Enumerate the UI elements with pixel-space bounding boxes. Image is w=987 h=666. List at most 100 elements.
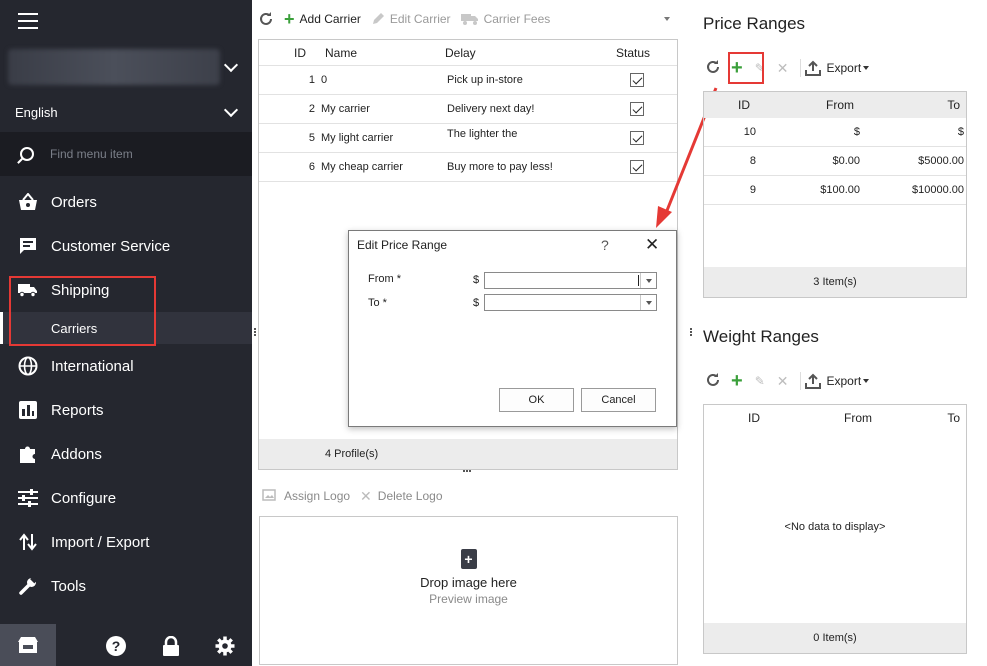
table-row[interactable]: 6 My cheap carrier Buy more to pay less!: [259, 153, 677, 182]
refresh-icon: [707, 372, 719, 386]
column-from[interactable]: From: [750, 98, 854, 112]
cancel-button[interactable]: Cancel: [581, 388, 656, 412]
ok-button[interactable]: OK: [499, 388, 574, 412]
column-delay[interactable]: Delay: [441, 46, 593, 60]
menu-icon[interactable]: [18, 13, 38, 29]
sidebar-item-orders[interactable]: Orders: [0, 180, 252, 224]
export-label: Export: [826, 374, 862, 388]
add-carrier-button[interactable]: + Add Carrier: [284, 9, 361, 29]
text-cursor: [638, 275, 639, 286]
vertical-splitter[interactable]: [254, 328, 256, 336]
grid-header: ID Name Delay Status: [259, 40, 677, 66]
refresh-button[interactable]: [705, 372, 721, 391]
sidebar-item-tools[interactable]: Tools: [0, 564, 252, 608]
price-ranges-title: Price Ranges: [703, 14, 806, 33]
table-row[interactable]: 5 My light carrier The lighter the: [259, 124, 677, 153]
table-row[interactable]: 2 My carrier Delivery next day!: [259, 95, 677, 124]
wrench-icon: [18, 576, 38, 596]
sidebar-item-addons[interactable]: Addons: [0, 432, 252, 476]
refresh-button[interactable]: [705, 59, 721, 78]
carrier-toolbar: + Add Carrier Edit Carrier Carrier Fees: [258, 4, 678, 34]
cell-id: 6: [308, 161, 315, 173]
svg-text:?: ?: [112, 638, 121, 654]
cell-name: My cheap carrier: [321, 161, 403, 173]
table-row[interactable]: 9 $100.00 $10000.00: [704, 176, 966, 205]
store-selector[interactable]: [0, 42, 252, 92]
language-selector[interactable]: English: [0, 92, 252, 132]
to-input[interactable]: [484, 294, 657, 311]
status-checkbox[interactable]: [630, 102, 644, 116]
weight-ranges-title: Weight Ranges: [703, 327, 819, 346]
column-id[interactable]: ID: [704, 411, 760, 425]
sidebar-item-configure[interactable]: Configure: [0, 476, 252, 520]
from-input[interactable]: [484, 272, 657, 289]
refresh-button[interactable]: [258, 11, 274, 27]
chevron-down-icon: [223, 57, 239, 73]
delete-logo-button[interactable]: ✕ Delete Logo: [360, 488, 442, 505]
drop-label: Drop image here: [420, 575, 517, 590]
column-name[interactable]: Name: [315, 46, 441, 60]
column-to[interactable]: To: [854, 98, 960, 112]
sidebar-nav: Orders Customer Service Shipping Carrier…: [0, 180, 252, 608]
column-id[interactable]: ID: [259, 46, 315, 60]
column-to[interactable]: To: [872, 411, 960, 425]
column-id[interactable]: ID: [704, 98, 750, 112]
horizontal-splitter[interactable]: [463, 470, 471, 472]
lock-icon[interactable]: [162, 635, 182, 656]
export-button[interactable]: Export: [805, 373, 870, 389]
sidebar-item-reports[interactable]: Reports: [0, 388, 252, 432]
cell-id: 8: [749, 155, 756, 167]
status-checkbox[interactable]: [630, 73, 644, 87]
column-from[interactable]: From: [760, 411, 872, 425]
help-icon[interactable]: ?: [106, 636, 126, 656]
edit-carrier-label: Edit Carrier: [389, 12, 451, 26]
pencil-icon: [372, 13, 384, 24]
puzzle-icon: [18, 444, 38, 464]
caret-icon: [863, 66, 870, 70]
sidebar-item-customer-service[interactable]: Customer Service: [0, 224, 252, 268]
add-weight-range-button[interactable]: +: [731, 371, 743, 391]
assign-logo-button[interactable]: Assign Logo: [262, 489, 350, 503]
weight-ranges-grid: ID From To <No data to display> 0 Item(s…: [703, 404, 967, 654]
export-button[interactable]: Export: [805, 60, 870, 76]
table-row[interactable]: 8 $0.00 $5000.00: [704, 147, 966, 176]
delete-icon[interactable]: ✕: [777, 373, 789, 390]
logo-toolbar: Assign Logo ✕ Delete Logo: [262, 484, 453, 508]
sidebar-item-international[interactable]: International: [0, 344, 252, 388]
cell-from: $: [853, 126, 860, 138]
pencil-icon[interactable]: ✎: [755, 374, 765, 388]
cell-id: 1: [308, 74, 315, 86]
table-row[interactable]: 1 0 Pick up in-store: [259, 66, 677, 95]
menu-search[interactable]: Find menu item: [0, 132, 252, 176]
chevron-down-icon[interactable]: [640, 273, 656, 288]
to-label: To *: [368, 297, 387, 309]
chevron-down-icon: [223, 102, 239, 118]
delete-icon[interactable]: ✕: [777, 60, 789, 77]
cell-to: $5000.00: [918, 155, 964, 167]
weight-ranges-toolbar: + ✎ ✕ Export: [705, 369, 870, 393]
status-checkbox[interactable]: [630, 160, 644, 174]
cell-id: 2: [308, 103, 315, 115]
preview-label: Preview image: [429, 592, 508, 606]
from-label: From *: [368, 273, 401, 285]
carrier-fees-button[interactable]: Carrier Fees: [460, 12, 550, 26]
grid-header: ID From To: [704, 405, 966, 431]
table-row[interactable]: 10 $ $: [704, 118, 966, 147]
store-home-button[interactable]: [0, 624, 56, 666]
cell-id: 9: [749, 184, 756, 196]
sidebar-item-import-export[interactable]: Import / Export: [0, 520, 252, 564]
add-button-highlight: [728, 52, 764, 84]
toolbar-overflow-icon[interactable]: [664, 17, 670, 21]
column-status[interactable]: Status: [593, 46, 673, 60]
logo-drop-zone[interactable]: + Drop image here Preview image: [259, 516, 678, 665]
chevron-down-icon[interactable]: [640, 295, 656, 310]
help-icon[interactable]: ?: [601, 237, 609, 253]
cell-delay: Pick up in-store: [447, 74, 523, 86]
image-add-icon: [262, 489, 276, 501]
globe-icon: [18, 356, 38, 376]
edit-carrier-button[interactable]: Edit Carrier: [371, 12, 451, 26]
vertical-splitter-right[interactable]: [690, 328, 692, 336]
items-count: 0 Item(s): [813, 632, 857, 644]
gear-icon[interactable]: [215, 636, 235, 656]
status-checkbox[interactable]: [630, 131, 644, 145]
